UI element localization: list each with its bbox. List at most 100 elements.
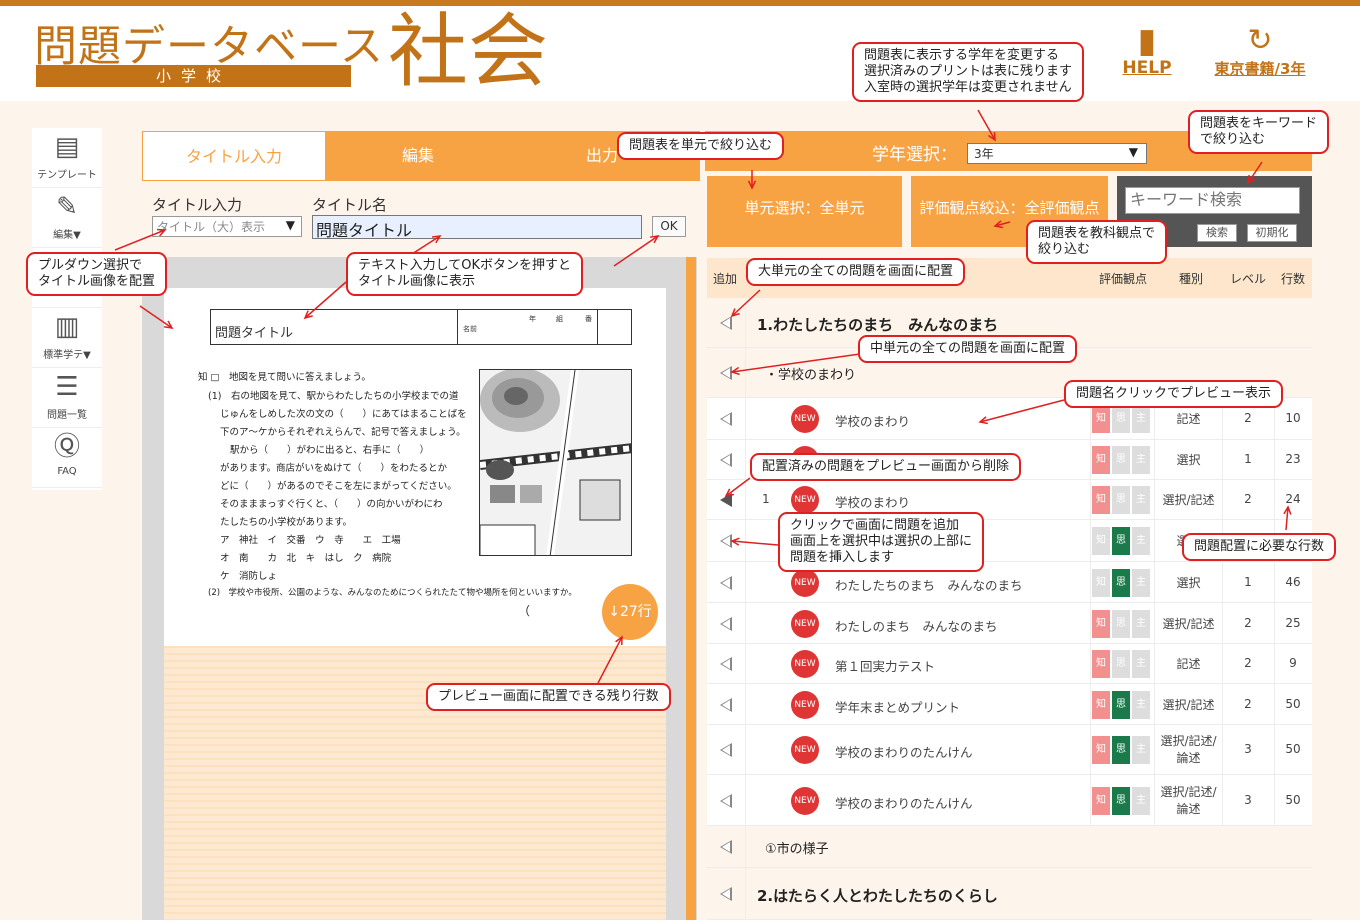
question-lines: 23 (1285, 452, 1301, 466)
template-icon: ▤ (54, 132, 80, 162)
unit-filter-button[interactable]: 単元選択：全単元 (707, 176, 902, 247)
add-triangle-icon[interactable] (720, 534, 732, 548)
question-name-link[interactable]: わたしたちのまち みんなのまち (835, 575, 1023, 594)
add-triangle-icon[interactable] (720, 412, 732, 426)
help-button[interactable]: ▮ HELP (1114, 24, 1180, 78)
add-triangle-icon[interactable] (720, 887, 732, 901)
unit-label[interactable]: 2.はたらく人とわたしたちのくらし (757, 885, 998, 906)
preview-name-field: 名前 (463, 325, 477, 333)
title-name-input[interactable]: 問題タイトル (312, 215, 642, 240)
tab-edit[interactable]: 編集 (326, 131, 510, 181)
column-divider (1090, 603, 1091, 644)
callout-text-note: テキスト入力してOKボタンを押すと タイトル画像に表示 (346, 252, 583, 296)
keyword-search-input[interactable] (1125, 187, 1300, 214)
view-attitude-badge: 主 (1132, 486, 1150, 514)
tab-title-input[interactable]: タイトル入力 (142, 131, 326, 181)
unit-label[interactable]: 1.わたしたちのまち みんなのまち (757, 314, 998, 335)
add-triangle-icon[interactable] (720, 657, 732, 671)
help-label: HELP (1122, 58, 1172, 78)
unit-label[interactable]: ・学校のまわり (765, 364, 856, 383)
preview-title-box: 問題タイトル 名前 年 組 番 (210, 309, 632, 345)
view-attitude-badge: 主 (1132, 527, 1150, 555)
add-triangle-icon[interactable] (720, 697, 732, 712)
choice: イ 交番 (267, 535, 306, 546)
question-line: どに（ ）があるのでそこを左にまがってください。 (220, 481, 457, 492)
question-level: 2 (1244, 615, 1252, 630)
publisher-grade-label: 東京書籍/3年 (1214, 60, 1306, 78)
preview-title-text: 問題タイトル (215, 326, 294, 341)
column-divider (745, 826, 746, 868)
callout-pulldown-note: プルダウン選択で タイトル画像を配置 (26, 252, 168, 296)
view-knowledge-badge: 知 (1092, 486, 1110, 514)
question-line: じゅんをしめした次の文の（ ）にあてはまることばを (220, 409, 467, 420)
chevron-down-icon: ▼ (285, 218, 295, 232)
choice: オ 南 (220, 553, 249, 564)
question-name-link[interactable]: 学校のまわりのたんけん (835, 742, 973, 761)
column-divider (745, 440, 746, 480)
question-name-link[interactable]: 学校のまわり (835, 411, 910, 430)
view-attitude-badge: 主 (1132, 446, 1150, 474)
search-button[interactable]: 検索 (1197, 224, 1237, 242)
view-thinking-badge: 思 (1112, 690, 1130, 719)
question-kind: 選択 (1176, 575, 1201, 590)
column-divider (1090, 775, 1091, 826)
add-triangle-icon[interactable] (720, 616, 732, 631)
question-name-link[interactable]: 学校のまわりのたんけん (835, 793, 973, 812)
question-line: (1) 右の地図を見て、駅からわたしたちの小学校までの道 (208, 391, 459, 402)
col-lines: 行数 (1281, 272, 1306, 286)
view-attitude-badge: 主 (1132, 690, 1150, 719)
question-name-link[interactable]: わたしのまち みんなのまち (835, 616, 998, 635)
callout-grade-note: 問題表に表示する学年を変更する 選択済みのプリントは表に残ります 入室時の選択学年は… (852, 42, 1085, 102)
sidebar-item-question-list[interactable]: ☰ 問題一覧 (32, 368, 102, 428)
question-level: 2 (1244, 411, 1252, 425)
new-badge: NEW (791, 690, 819, 719)
remove-triangle-icon[interactable] (720, 493, 732, 507)
column-divider (745, 520, 746, 562)
add-triangle-icon[interactable] (720, 840, 732, 854)
view-knowledge-badge: 知 (1092, 609, 1110, 638)
add-triangle-icon[interactable] (720, 366, 732, 380)
title-select-value: タイトル（大）表示 (157, 220, 266, 234)
sidebar-label: 編集▼ (53, 230, 81, 241)
new-badge: NEW (791, 650, 819, 678)
column-divider (745, 868, 746, 920)
add-triangle-icon[interactable] (720, 453, 732, 467)
question-name-link[interactable]: 学校のまわり (835, 492, 910, 511)
col-view: 評価観点 (1099, 272, 1148, 286)
question-lines: 46 (1285, 574, 1301, 589)
view-knowledge-badge: 知 (1092, 405, 1110, 433)
add-triangle-icon[interactable] (720, 793, 732, 808)
sidebar-item-template[interactable]: ▤ テンプレート (32, 128, 102, 188)
choice: キ はし (305, 553, 344, 564)
view-thinking-badge: 思 (1112, 527, 1130, 555)
sidebar-item-standard-test[interactable]: ▥ 標準学テ▼ (32, 308, 102, 368)
question-kind: 選択/記述/論述 (1160, 734, 1217, 765)
sidebar-label: テンプレート (37, 170, 97, 181)
divider (457, 310, 458, 344)
question-kind: 選択/記述 (1162, 493, 1215, 507)
question-2: (2) 学校や市役所、公園のような、みんなのためにつくられたたて物や場所を何とい… (208, 588, 577, 598)
sidebar-item-faq[interactable]: Ⓠ FAQ (32, 428, 102, 488)
reset-button[interactable]: 初期化 (1247, 224, 1297, 242)
view-knowledge-badge: 知 (1092, 690, 1110, 719)
add-triangle-icon[interactable] (720, 316, 732, 330)
view-knowledge-badge: 知 (1092, 527, 1110, 555)
publisher-grade-button[interactable]: ↻ 東京書籍/3年 (1200, 24, 1320, 79)
ok-button[interactable]: OK (652, 216, 686, 237)
preview-scrollbar[interactable] (686, 257, 696, 920)
add-triangle-icon[interactable] (720, 575, 732, 590)
question-name-link[interactable]: 学年末まとめプリント (835, 697, 960, 716)
grade-select[interactable]: 3年 ▼ (967, 143, 1147, 164)
view-attitude-badge: 主 (1132, 405, 1150, 433)
title-select[interactable]: タイトル（大）表示 ▼ (152, 216, 302, 237)
grade-select-value: 3年 (974, 147, 994, 161)
list-icon: ☰ (55, 372, 79, 402)
question-kind: 選択/記述 (1162, 697, 1215, 712)
sidebar-item-edit[interactable]: ✎ 編集▼ (32, 188, 102, 248)
question-name-link[interactable]: 第１回実力テスト (835, 656, 935, 675)
choice: ウ 寺 (315, 535, 344, 546)
unit-label[interactable]: ①市の様子 (765, 838, 829, 857)
question-line: 駅から（ ）がわに出ると、右手に（ ） (230, 445, 430, 456)
placed-number: 1 (762, 492, 770, 506)
add-triangle-icon[interactable] (720, 743, 732, 757)
